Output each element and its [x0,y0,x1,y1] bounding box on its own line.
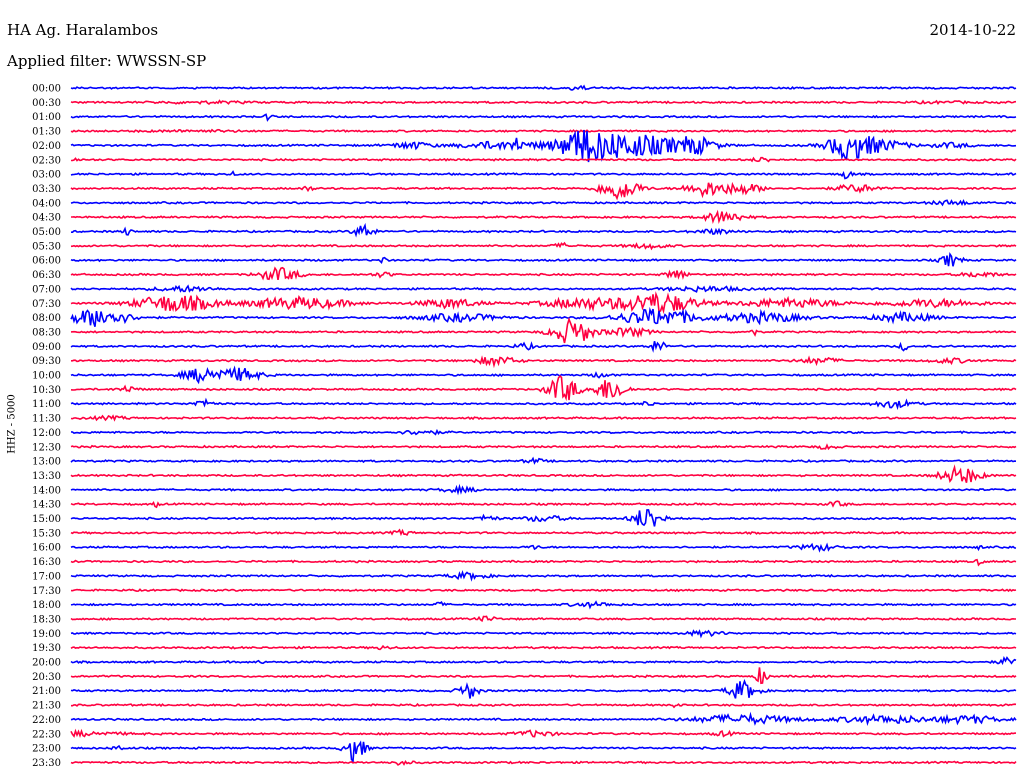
trace-time-label: 04:30 [32,213,61,224]
seismogram-trace [70,558,1017,567]
seismogram-trace [71,355,1017,369]
trace-time-label: 07:30 [32,299,61,310]
seismogram-trace [70,170,1017,180]
seismogram-trace [70,306,1017,327]
trace-time-label: 11:00 [32,399,61,410]
seismogram-trace [70,667,1017,685]
trace-time-label: 04:00 [32,198,61,209]
trace-time-label: 03:00 [32,170,61,181]
seismogram-trace [70,443,1017,451]
trace-time-label: 06:00 [32,256,61,267]
seismogram-trace [70,341,1017,353]
trace-time-label: 23:00 [32,744,61,755]
trace-time-label: 11:30 [32,414,61,425]
trace-time-label: 08:00 [32,313,61,324]
trace-time-label: 05:30 [32,241,61,252]
trace-time-label: 18:30 [32,614,61,625]
seismogram-trace [70,600,1017,610]
seismogram-trace [70,509,1017,527]
seismogram-trace [71,209,1017,224]
seismogram-trace [70,156,1017,163]
seismogram-trace [70,374,1017,402]
trace-time-label: 07:00 [32,284,61,295]
seismogram-trace [70,615,1016,623]
trace-time-label: 09:00 [32,342,61,353]
trace-time-label: 12:30 [32,442,61,453]
trace-time-label: 18:00 [32,600,61,611]
trace-time-label: 13:30 [32,471,61,482]
seismogram-trace [70,130,1017,163]
trace-time-label: 03:30 [32,184,61,195]
seismogram-trace [70,656,1017,666]
seismogram-trace [70,198,1017,207]
trace-time-label: 21:30 [32,701,61,712]
seismogram-trace [70,181,1017,201]
trace-time-label: 13:00 [32,457,61,468]
seismogram-trace [71,702,1017,709]
seismogram-trace [70,128,1017,134]
trace-time-label: 12:00 [32,428,61,439]
trace-time-label: 00:30 [32,98,61,109]
seismogram-trace [70,528,1017,537]
seismogram-trace [70,570,1017,582]
trace-time-label: 08:30 [32,327,61,338]
seismogram-trace [70,464,1017,483]
trace-time-label: 15:00 [32,514,61,525]
seismogram-trace [70,365,1017,385]
trace-time-label: 05:00 [32,227,61,238]
trace-time-label: 02:00 [32,141,61,152]
seismogram-trace [70,316,1017,344]
seismogram-trace [70,428,1017,436]
trace-time-label: 14:30 [32,500,61,511]
trace-time-label: 17:00 [32,571,61,582]
seismogram-trace [70,728,1017,739]
seismogram-drum: 00:00 00:30 01:00 01:30 02:00 02:30 03:00 03:30… [32,84,1017,769]
trace-time-label: 20:00 [32,658,61,669]
seismogram-trace [70,588,1017,593]
seismogram-trace [70,84,1017,91]
seismogram-trace [70,740,1017,764]
seismogram-trace [70,542,1017,553]
trace-time-label: 06:30 [32,270,61,281]
trace-time-label: 15:30 [32,528,61,539]
seismogram-trace [70,99,1017,106]
trace-time-label: 01:00 [32,112,61,123]
trace-time-label: 17:30 [32,586,61,597]
trace-time-label: 00:00 [32,84,61,95]
seismogram-trace [70,113,1017,122]
seismogram-trace [70,266,1017,281]
trace-time-label: 19:30 [32,643,61,654]
trace-time-label: 14:00 [32,485,61,496]
trace-time-label: 20:30 [32,672,61,683]
seismogram-trace [70,629,1017,639]
trace-time-label: 10:00 [32,371,61,382]
seismogram-trace [70,711,1017,726]
helicorder-page: HA Ag. Haralambos Applied filter: WWSSN-… [0,0,1024,780]
seismogram-trace [70,241,1017,251]
seismogram-trace [70,483,1017,496]
trace-time-label: 23:30 [32,758,61,769]
trace-time-label: 01:30 [32,127,61,138]
seismogram-trace [70,500,1017,509]
seismogram-trace [70,644,1017,651]
seismogram-trace [70,284,1017,293]
trace-time-label: 10:30 [32,385,61,396]
seismogram-trace [70,291,1017,315]
trace-time-label: 02:30 [32,155,61,166]
seismogram-trace [70,252,1017,267]
trace-time-label: 16:30 [32,557,61,568]
seismogram-trace [71,222,1017,238]
seismogram-trace [70,760,1017,766]
trace-time-label: 22:30 [32,729,61,740]
seismogram-trace [70,414,1017,422]
seismogram-trace [70,678,1017,699]
trace-time-label: 19:00 [32,629,61,640]
trace-time-label: 22:00 [32,715,61,726]
seismogram-trace [70,456,1017,465]
trace-time-label: 21:00 [32,686,61,697]
trace-time-label: 09:30 [32,356,61,367]
seismogram-trace [70,397,1017,411]
trace-time-label: 16:00 [32,543,61,554]
